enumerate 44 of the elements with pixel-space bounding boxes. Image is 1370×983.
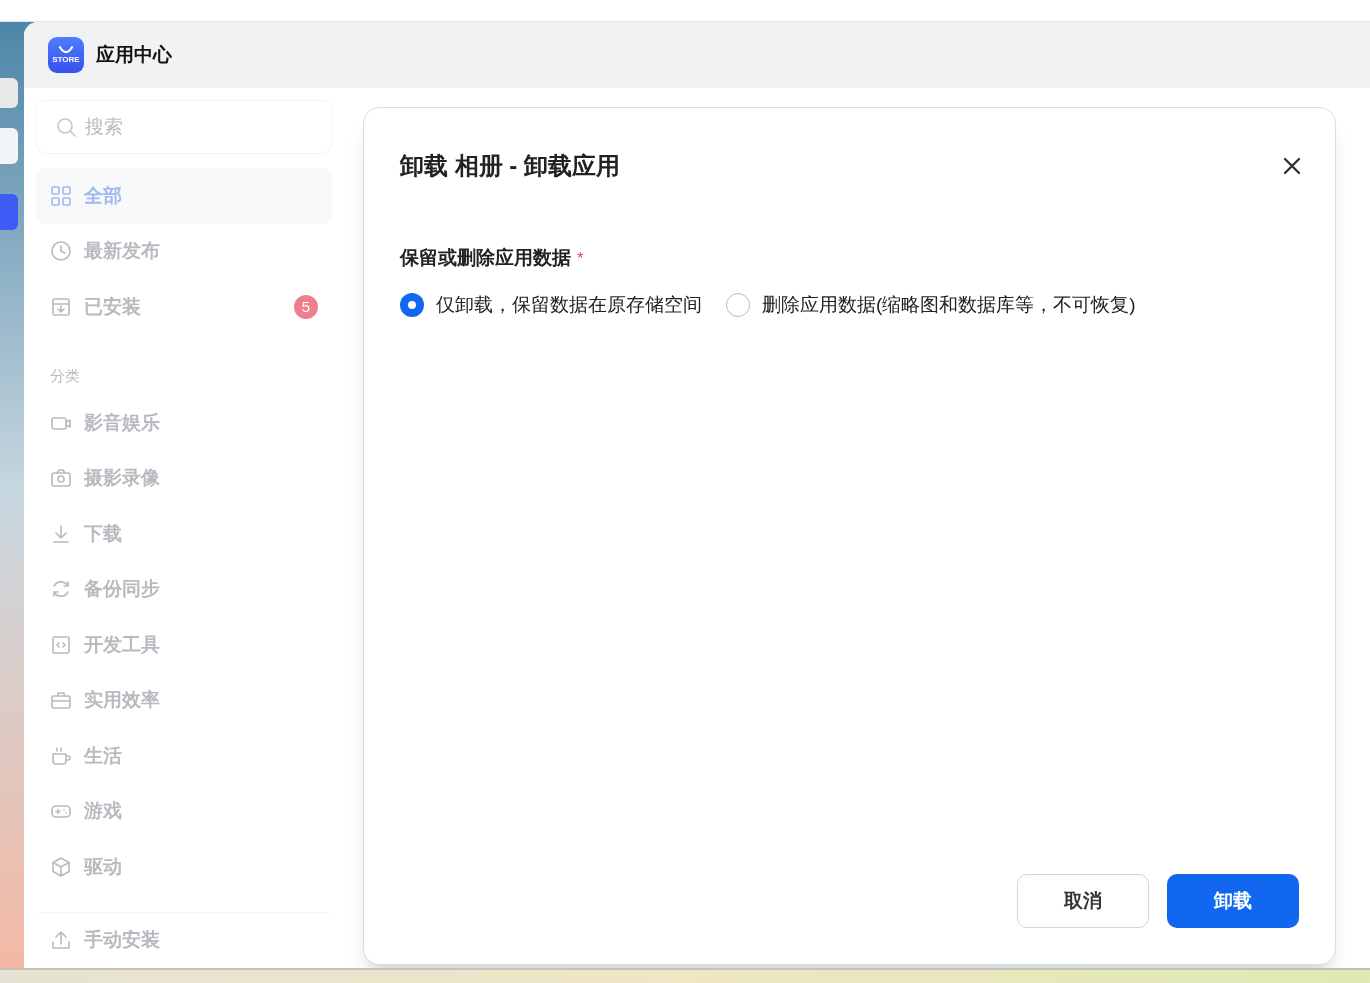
dock-app-icon[interactable] [0, 194, 18, 230]
upload-icon [50, 929, 72, 952]
field-label: 保留或删除应用数据 [400, 246, 571, 270]
smile-curve-icon [58, 46, 74, 54]
cancel-button[interactable]: 取消 [1017, 874, 1149, 928]
sidebar-item[interactable]: 最新发布 [36, 223, 332, 279]
sidebar-item[interactable]: 生活 [36, 728, 332, 784]
uninstall-button[interactable]: 卸载 [1167, 874, 1299, 928]
sidebar-item[interactable]: 手动安装 [36, 912, 332, 968]
radio-button[interactable] [726, 292, 750, 317]
sidebar-item[interactable]: 已安装 5 [36, 279, 332, 335]
sidebar-item[interactable]: 驱动 [36, 839, 332, 895]
camera-icon [50, 467, 72, 490]
sidebar-item[interactable]: 摄影录像 [36, 450, 332, 506]
sidebar-item[interactable]: 实用效率 [36, 672, 332, 728]
cube-icon [50, 855, 72, 878]
sidebar-item[interactable]: 游戏 [36, 783, 332, 839]
dock-app-icon[interactable] [0, 128, 18, 164]
grid-icon [50, 184, 72, 207]
search-icon [55, 116, 77, 138]
close-icon[interactable] [1283, 157, 1301, 175]
radio-label: 仅卸载，保留数据在原存储空间 [436, 292, 702, 317]
sidebar-item[interactable]: 开发工具 [36, 617, 332, 673]
sidebar-item[interactable]: 影音娱乐 [36, 395, 332, 451]
dock-app-icon[interactable] [0, 78, 18, 108]
clock-icon [50, 240, 72, 263]
logo-label: STORE [52, 56, 80, 64]
sidebar-item[interactable]: 备份同步 [36, 561, 332, 617]
search-field[interactable]: 搜索 [36, 100, 332, 154]
app-title: 应用中心 [96, 42, 172, 67]
count-badge: 5 [294, 294, 318, 319]
download-box-icon [50, 295, 72, 318]
cup-icon [50, 744, 72, 767]
radio-label: 删除应用数据(缩略图和数据库等，不可恢复) [762, 292, 1136, 317]
sidebar-item[interactable]: 全部 [36, 168, 332, 224]
section-heading: 分类 [49, 365, 81, 386]
required-mark: * [577, 247, 584, 270]
sidebar-item[interactable]: 下载 [36, 506, 332, 562]
briefcase-icon [50, 689, 72, 712]
download-icon [50, 522, 72, 545]
search-input[interactable]: 搜索 [85, 112, 313, 142]
radio-button[interactable] [400, 292, 424, 317]
dialog-title: 卸载 相册 - 卸载应用 [400, 151, 620, 181]
code-icon [50, 633, 72, 656]
